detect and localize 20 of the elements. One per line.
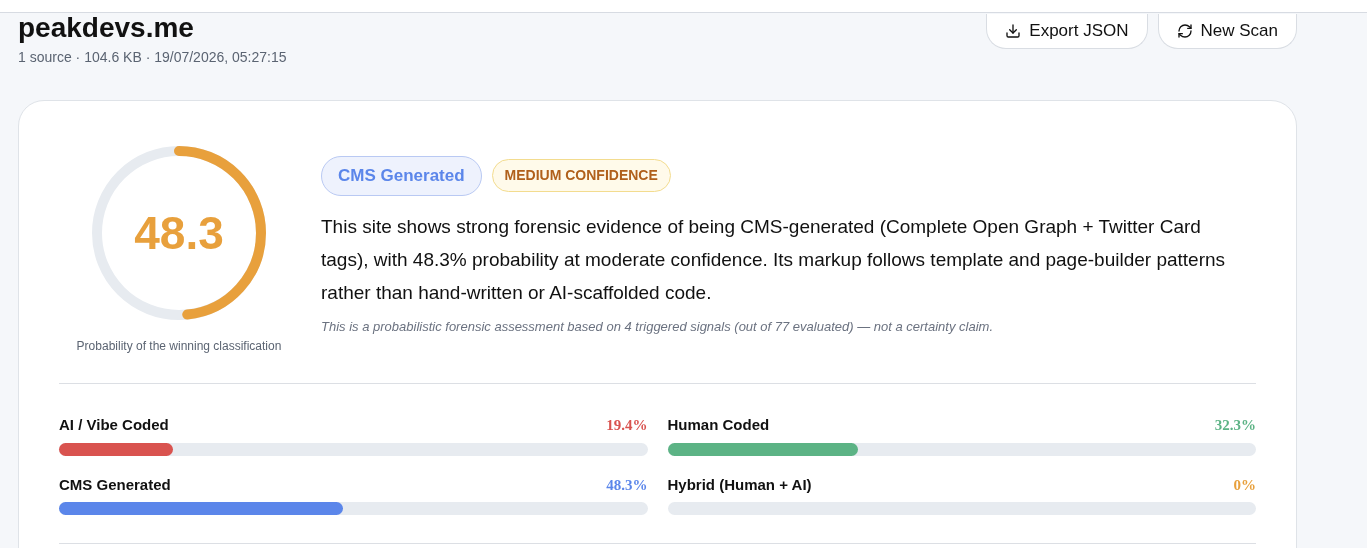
category-percent: 19.4%	[606, 416, 648, 435]
download-icon	[1005, 23, 1022, 39]
gauge-caption: Probability of the winning classification	[76, 338, 282, 355]
refresh-icon	[1176, 23, 1193, 39]
score-value: 48.3	[134, 205, 224, 261]
page-title: peakdevs.me	[18, 13, 195, 43]
category-label: Human Coded	[667, 415, 770, 435]
scan-meta: 1 source · 104.6 KB · 19/07/2026, 05:27:15	[18, 48, 287, 67]
category-percent: 32.3%	[1214, 416, 1256, 435]
category-percent: 0%	[1233, 475, 1256, 495]
category-label: AI / Vibe Coded	[59, 415, 169, 435]
export-button[interactable]: Export JSON	[986, 14, 1148, 49]
disclaimer-text: This is a probabilistic forensic assessment based on 4 triggered signals (out of 77 evaluated) — not a certainty claim.	[321, 317, 994, 336]
summary-text: This site shows strong forensic evidence of being CMS-generated (Complete Open Graph + Twitter Card tags), with 48.3% probability at moderate confidence. Its markup follows template and page-builder patterns rather than hand-written or AI-scaffolded code.	[321, 214, 1226, 305]
category-percent: 48.3%	[606, 475, 648, 495]
classification-badge: CMS Generated	[321, 156, 482, 196]
new-scan-button[interactable]: New Scan	[1157, 14, 1297, 49]
category-label: CMS Generated	[59, 474, 171, 495]
category-label: Hybrid (Human + AI)	[667, 474, 812, 495]
confidence-badge: MEDIUM CONFIDENCE	[491, 159, 671, 193]
